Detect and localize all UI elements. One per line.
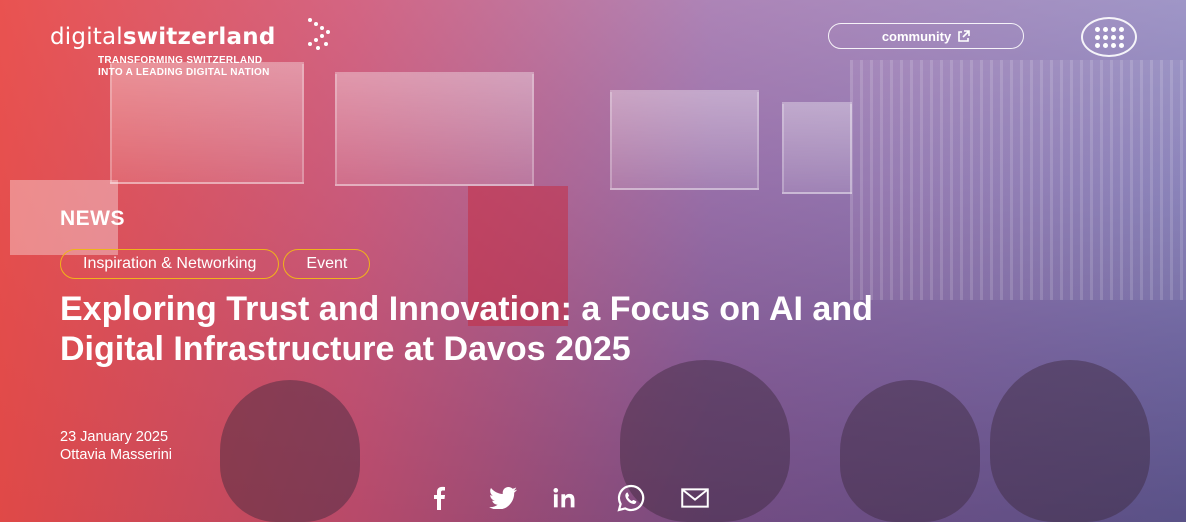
grid-menu-icon — [1094, 26, 1124, 48]
brand-name: digitalswitzerland — [50, 24, 276, 50]
tag-inspiration-networking[interactable]: Inspiration & Networking — [60, 249, 280, 279]
whatsapp-icon[interactable] — [617, 484, 645, 512]
background-audience-1 — [220, 380, 360, 522]
background-audience-3 — [840, 380, 980, 522]
article-date: 23 January 2025 — [60, 429, 169, 445]
background-window-far-right — [782, 102, 852, 194]
brand-tagline: TRANSFORMING SWITZERLAND INTO A LEADING … — [98, 55, 270, 78]
twitter-icon[interactable] — [489, 484, 517, 512]
article-author: Ottavia Masserini — [60, 447, 173, 463]
menu-button[interactable] — [1081, 17, 1137, 57]
email-icon[interactable] — [681, 484, 709, 512]
community-label: community — [881, 28, 952, 44]
article-meta: 23 January 2025 Ottavia Masserini — [60, 428, 172, 464]
hero-banner: digitalswitzerland TRANSFORMING SWITZERL… — [0, 0, 1186, 522]
background-window-left — [110, 62, 304, 184]
section-label: NEWS — [60, 207, 125, 230]
brand-logo[interactable]: digitalswitzerland — [50, 18, 330, 50]
tag-list: Inspiration & Networking Event — [60, 249, 371, 279]
linkedin-icon[interactable] — [553, 484, 581, 512]
external-link-icon — [958, 29, 970, 42]
article-title: Exploring Trust and Innovation: a Focus … — [60, 290, 873, 368]
facebook-icon[interactable] — [425, 484, 453, 512]
background-window-middle — [335, 72, 534, 186]
logo-dots-icon — [308, 18, 330, 50]
community-button[interactable]: community — [828, 23, 1024, 49]
background-audience-4 — [990, 360, 1150, 522]
background-wall-slats — [850, 60, 1186, 300]
background-window-right — [610, 90, 759, 190]
share-bar — [425, 484, 709, 512]
tag-event[interactable]: Event — [283, 249, 371, 279]
